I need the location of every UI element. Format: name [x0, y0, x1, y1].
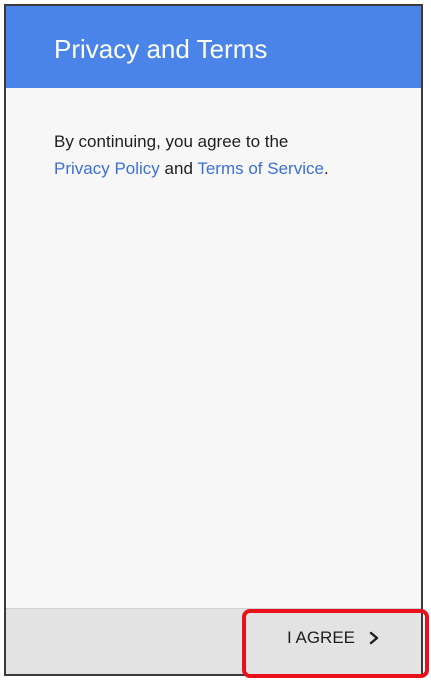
terms-of-service-link[interactable]: Terms of Service [197, 159, 324, 178]
divider [6, 608, 421, 609]
conjunction-text: and [164, 159, 193, 178]
period-text: . [323, 159, 329, 178]
chevron-right-icon [369, 631, 379, 645]
agree-button-label: I AGREE [286, 628, 355, 647]
terms-notice: By continuing, you agree to the Privacy … [54, 128, 391, 182]
page-title: Privacy and Terms [54, 34, 268, 64]
intro-text: By continuing, you agree to the [54, 132, 289, 151]
bottom-bar: I AGREE [6, 608, 421, 674]
screen-frame: Privacy and Terms By continuing, you agr… [4, 4, 423, 676]
privacy-policy-link[interactable]: Privacy Policy [54, 159, 160, 178]
app-bar: Privacy and Terms [6, 6, 421, 88]
agree-button[interactable]: I AGREE [287, 628, 381, 648]
